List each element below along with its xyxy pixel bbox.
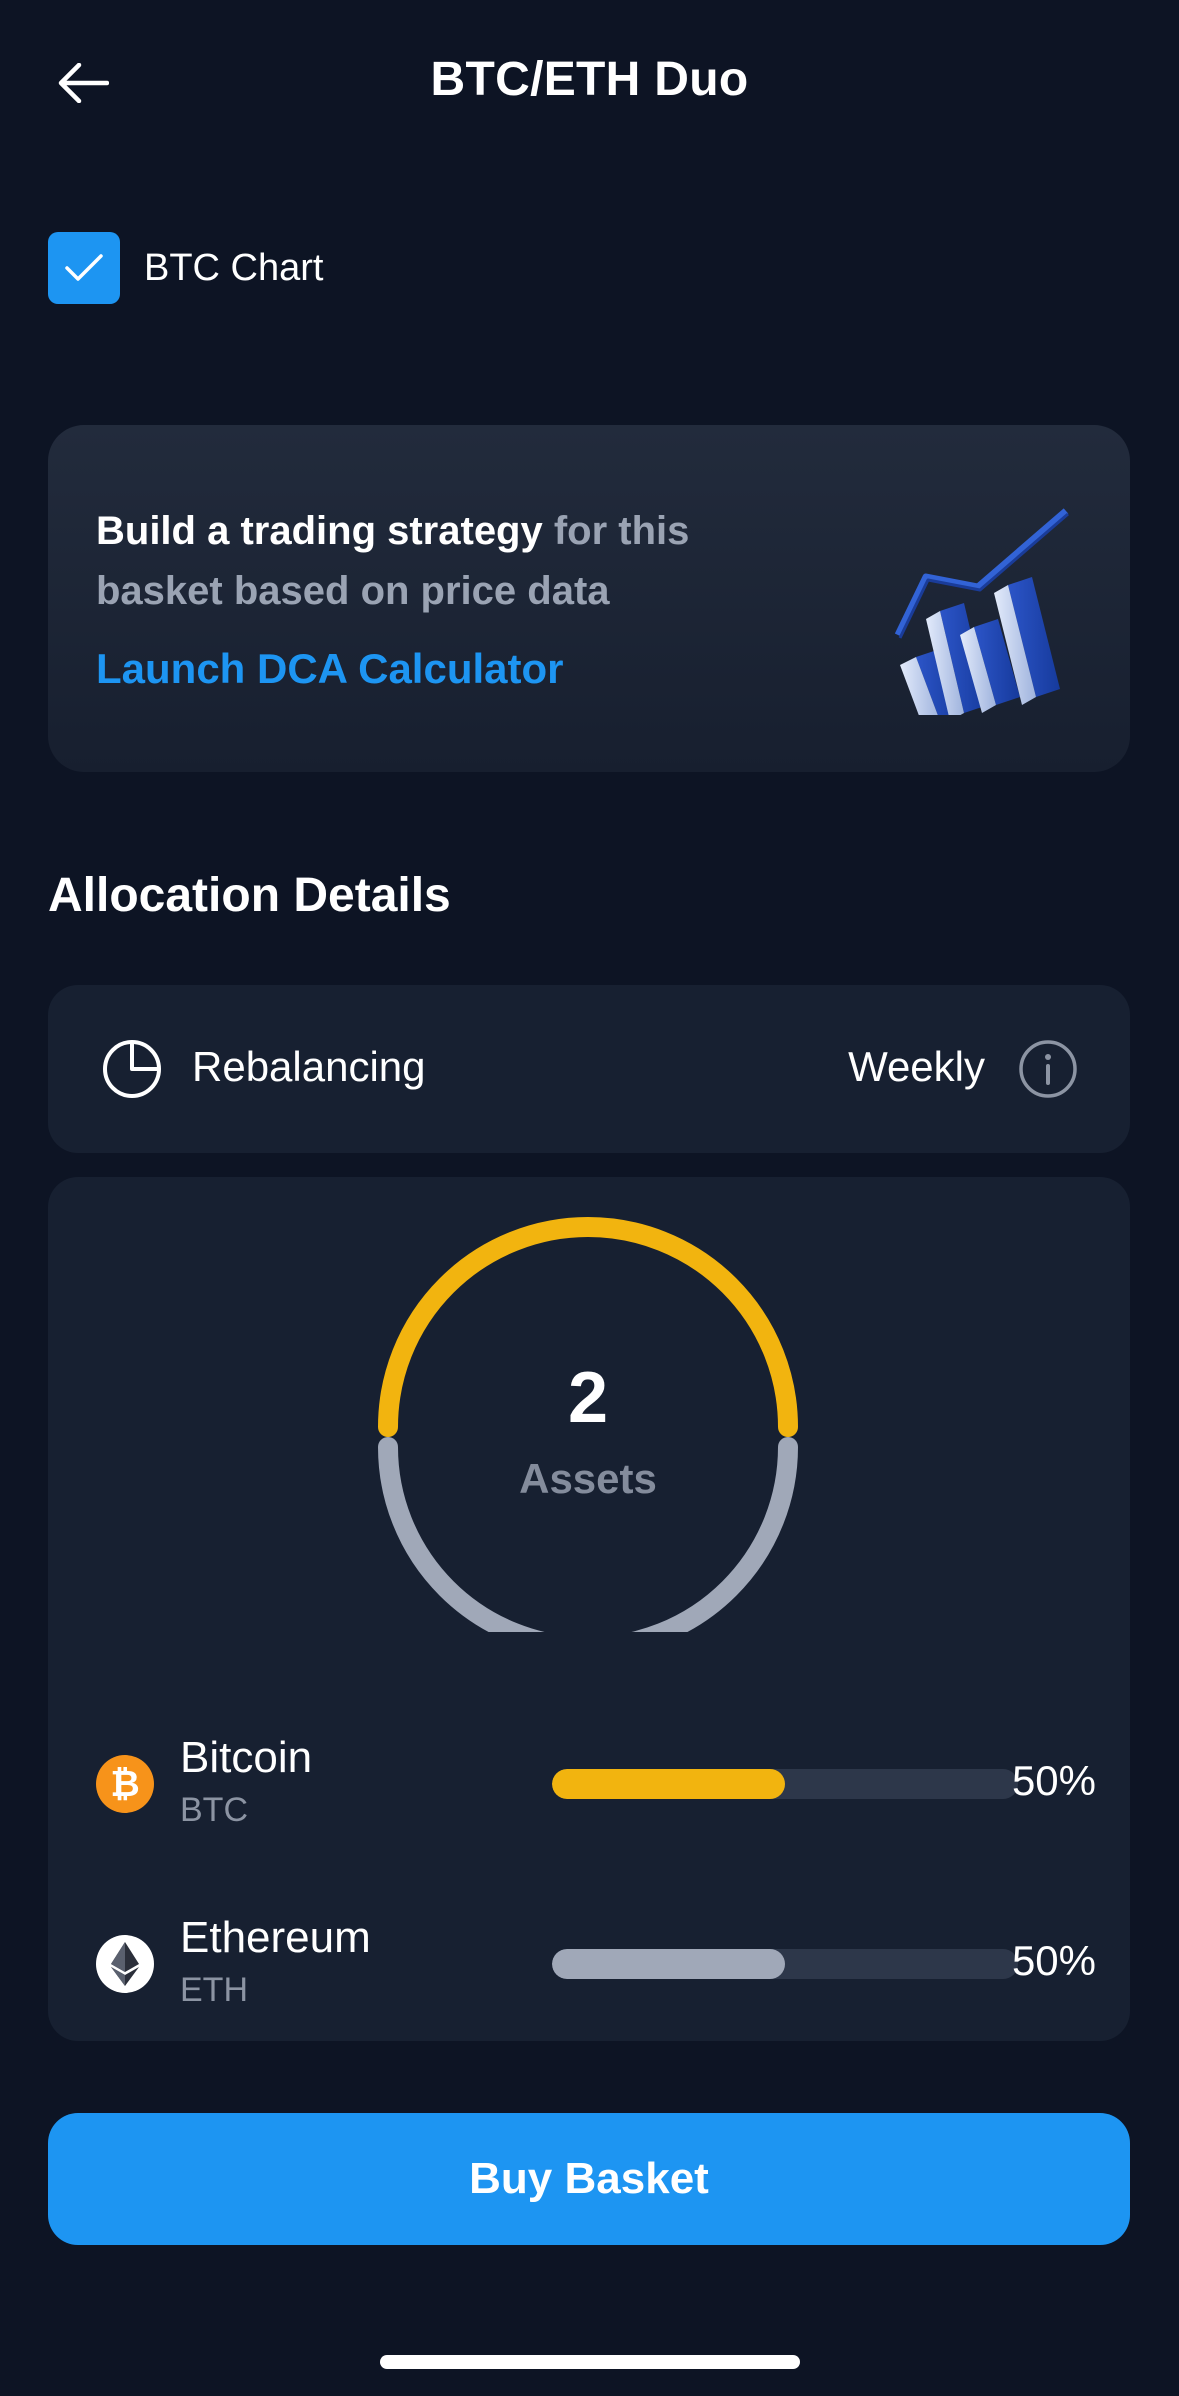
asset-name: Ethereum — [180, 1913, 371, 1962]
rebalancing-value: Weekly — [848, 1043, 985, 1090]
rebalancing-row: Rebalancing Weekly — [48, 985, 1130, 1153]
bar-chart-3d-icon — [894, 508, 1069, 715]
asset-ticker: BTC — [180, 1791, 248, 1829]
home-indicator — [380, 2355, 800, 2369]
allocation-bar-track — [552, 1949, 1018, 1979]
checkbox-label: BTC Chart — [144, 246, 324, 289]
launch-dca-calculator-link[interactable]: Launch DCA Calculator — [96, 645, 564, 693]
asset-name: Bitcoin — [180, 1733, 313, 1782]
screen: BTC/ETH Duo BTC Chart Build a trading st… — [0, 0, 1179, 2396]
bitcoin-icon: ₿ — [96, 1755, 154, 1813]
buy-basket-button[interactable]: Buy Basket — [48, 2113, 1130, 2245]
ethereum-icon — [96, 1935, 154, 1993]
promo-text-strong: Build a trading strategy — [96, 509, 543, 553]
asset-ticker: ETH — [180, 1971, 248, 2009]
allocation-bar-track — [552, 1769, 1018, 1799]
promo-text: Build a trading strategy for this basket… — [96, 501, 796, 621]
asset-row-bitcoin[interactable]: ₿ Bitcoin BTC 50% — [96, 1727, 1096, 1847]
page-title: BTC/ETH Duo — [430, 53, 749, 106]
asset-row-ethereum[interactable]: Ethereum ETH 50% — [96, 1907, 1096, 2027]
asset-count: 2 — [567, 1358, 609, 1438]
allocation-details-title: Allocation Details — [48, 869, 451, 922]
pie-clock-icon — [103, 1040, 161, 1098]
btc-chart-toggle[interactable]: BTC Chart — [48, 232, 323, 304]
asset-count-label: Assets — [519, 1455, 657, 1502]
allocation-bar-fill — [552, 1769, 785, 1799]
info-icon[interactable] — [1018, 1039, 1078, 1099]
checkbox[interactable] — [48, 232, 120, 304]
allocation-bar-fill — [552, 1949, 785, 1979]
asset-percent: 50% — [1011, 1937, 1096, 1984]
checkmark-icon — [65, 254, 103, 281]
asset-percent: 50% — [1011, 1757, 1096, 1804]
allocation-card: 2 Assets ₿ Bitcoin BTC 50% Ethereum ETH … — [48, 1177, 1130, 2041]
rebalancing-label: Rebalancing — [192, 1043, 426, 1090]
strategy-promo-card: Build a trading strategy for this basket… — [48, 425, 1130, 772]
